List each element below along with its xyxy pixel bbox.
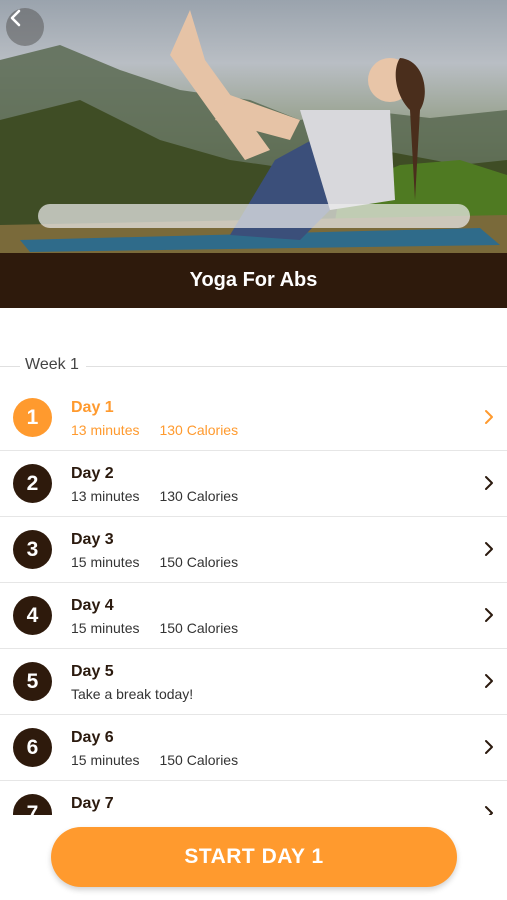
day-note: Take a break today! <box>71 686 194 702</box>
chevron-right-icon <box>483 805 495 815</box>
hero-image <box>0 0 507 253</box>
day-title: Day 5 <box>71 663 114 680</box>
chevron-right-icon <box>483 607 495 628</box>
day-row[interactable]: 2 Day 2 13 minutes 130 Calories <box>0 451 507 517</box>
day-calories: 130 Calories <box>159 422 239 438</box>
day-meta: 13 minutes 130 Calories <box>71 422 238 438</box>
week-divider-right <box>86 366 507 367</box>
start-day-button[interactable]: START DAY 1 <box>51 827 457 887</box>
day-row[interactable]: 7 Day 7 <box>0 781 507 815</box>
week-divider-left <box>0 366 20 367</box>
day-list[interactable]: 1 Day 1 13 minutes 130 Calories 2 Day 2 13 min… <box>0 385 507 815</box>
day-number-badge: 4 <box>13 596 52 635</box>
day-title: Day 4 <box>71 597 114 614</box>
day-row[interactable]: 5 Day 5 Take a break today! <box>0 649 507 715</box>
week-label: Week 1 <box>25 356 85 374</box>
day-meta: 13 minutes 130 Calories <box>71 488 238 504</box>
week-header: Week 1 <box>0 354 507 378</box>
day-title: Day 1 <box>71 399 114 416</box>
program-progress-bar <box>38 204 470 228</box>
title-bar: Yoga For Abs <box>0 253 507 308</box>
day-title: Day 6 <box>71 729 114 746</box>
day-duration: 15 minutes <box>71 620 140 636</box>
chevron-right-icon <box>483 739 495 760</box>
back-button[interactable] <box>6 8 44 46</box>
day-row[interactable]: 3 Day 3 15 minutes 150 Calories <box>0 517 507 583</box>
day-calories: 130 Calories <box>159 488 239 504</box>
day-meta: Take a break today! <box>71 686 193 702</box>
day-calories: 150 Calories <box>159 752 239 768</box>
day-title: Day 2 <box>71 465 114 482</box>
day-meta: 15 minutes 150 Calories <box>71 752 238 768</box>
chevron-right-icon <box>483 475 495 496</box>
day-number-badge: 5 <box>13 662 52 701</box>
page-title: Yoga For Abs <box>189 269 318 291</box>
day-meta: 15 minutes 150 Calories <box>71 554 238 570</box>
day-row[interactable]: 1 Day 1 13 minutes 130 Calories <box>0 385 507 451</box>
day-title: Day 3 <box>71 531 114 548</box>
chevron-right-icon <box>483 541 495 562</box>
day-duration: 13 minutes <box>71 422 140 438</box>
day-row[interactable]: 6 Day 6 15 minutes 150 Calories <box>0 715 507 781</box>
day-number-badge: 1 <box>13 398 52 437</box>
day-number-badge: 7 <box>13 794 52 815</box>
day-number-badge: 3 <box>13 530 52 569</box>
day-number-badge: 2 <box>13 464 52 503</box>
day-duration: 13 minutes <box>71 488 140 504</box>
day-number-badge: 6 <box>13 728 52 767</box>
day-calories: 150 Calories <box>159 620 239 636</box>
chevron-left-icon <box>10 9 21 27</box>
day-meta: 15 minutes 150 Calories <box>71 620 238 636</box>
chevron-right-icon <box>483 409 495 430</box>
day-duration: 15 minutes <box>71 554 140 570</box>
start-day-label: START DAY 1 <box>184 845 324 868</box>
day-row[interactable]: 4 Day 4 15 minutes 150 Calories <box>0 583 507 649</box>
day-duration: 15 minutes <box>71 752 140 768</box>
day-calories: 150 Calories <box>159 554 239 570</box>
chevron-right-icon <box>483 673 495 694</box>
day-title: Day 7 <box>71 795 114 812</box>
